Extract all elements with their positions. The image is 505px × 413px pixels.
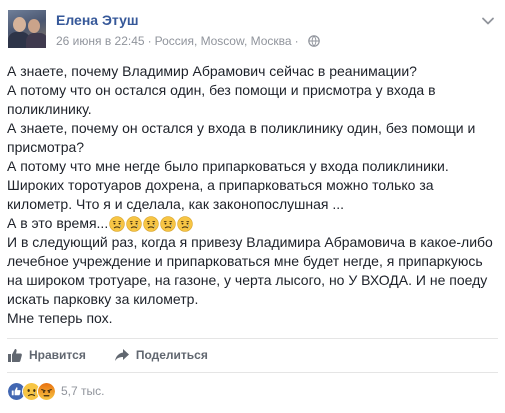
post-line: А потому что он остался один, без помощи… bbox=[7, 82, 436, 98]
sad-emoji-row bbox=[109, 216, 194, 232]
divider bbox=[7, 372, 498, 373]
post-date[interactable]: 26 июня в 22:45 bbox=[56, 34, 145, 48]
post-line: километр. Что я и сделала, как законопос… bbox=[7, 196, 345, 212]
post-line: присмотра? bbox=[7, 139, 85, 155]
post-line: И в следующий раз, когда я привезу Влади… bbox=[7, 234, 493, 250]
reactions-summary[interactable]: 5,7 тыс. bbox=[7, 380, 104, 402]
chevron-down-icon[interactable] bbox=[481, 14, 495, 28]
sad-emoji-icon bbox=[143, 216, 159, 232]
post-location[interactable]: Россия, Moscow, Москва bbox=[155, 34, 292, 48]
reactions-count[interactable]: 5,7 тыс. bbox=[61, 384, 104, 398]
post-line: на широком тротуаре, на газоне, у черта … bbox=[7, 272, 488, 288]
share-arrow-icon bbox=[114, 349, 129, 361]
post-line: Широких торотуаров дохрена, а припаркова… bbox=[7, 177, 434, 193]
like-button[interactable]: Нравится bbox=[7, 347, 86, 363]
post-body: А знаете, почему Владимир Абрамович сейч… bbox=[7, 62, 499, 328]
divider bbox=[7, 338, 498, 339]
thumbs-up-icon bbox=[8, 349, 22, 362]
post-line: искать парковку за километр. bbox=[7, 291, 199, 307]
sad-emoji-icon bbox=[126, 216, 142, 232]
share-label: Поделиться bbox=[135, 348, 208, 362]
post-line: А знаете, почему Владимир Абрамович сейч… bbox=[7, 63, 417, 79]
post-actions: Нравится Поделиться bbox=[7, 343, 236, 367]
sad-emoji-icon bbox=[109, 216, 125, 232]
share-button[interactable]: Поделиться bbox=[114, 347, 208, 363]
meta-separator: · bbox=[147, 34, 152, 48]
like-label: Нравится bbox=[29, 348, 86, 362]
post-line-emoji: А в это время... bbox=[7, 214, 499, 233]
sad-emoji-icon bbox=[160, 216, 176, 232]
post-line: А знаете, почему он остался у входа в по… bbox=[7, 120, 476, 136]
globe-icon[interactable] bbox=[307, 35, 320, 47]
author-avatar[interactable] bbox=[8, 10, 46, 48]
post-line: А потому что мне негде было припарковать… bbox=[7, 158, 449, 174]
sad-emoji-icon bbox=[177, 216, 193, 232]
post-meta: 26 июня в 22:45 · Россия, Moscow, Москва… bbox=[56, 34, 320, 48]
author-name[interactable]: Елена Этуш bbox=[56, 12, 139, 28]
facebook-post: Елена Этуш 26 июня в 22:45 · Россия, Mos… bbox=[0, 0, 505, 413]
post-line: поликлинику. bbox=[7, 101, 92, 117]
angry-reaction-icon bbox=[37, 381, 56, 401]
meta-separator-2: · bbox=[294, 34, 299, 48]
post-line: Мне теперь пох. bbox=[7, 310, 113, 326]
post-line: лечебное учреждение и припарковаться мне… bbox=[7, 253, 483, 269]
post-line-text: А в это время... bbox=[7, 215, 109, 231]
